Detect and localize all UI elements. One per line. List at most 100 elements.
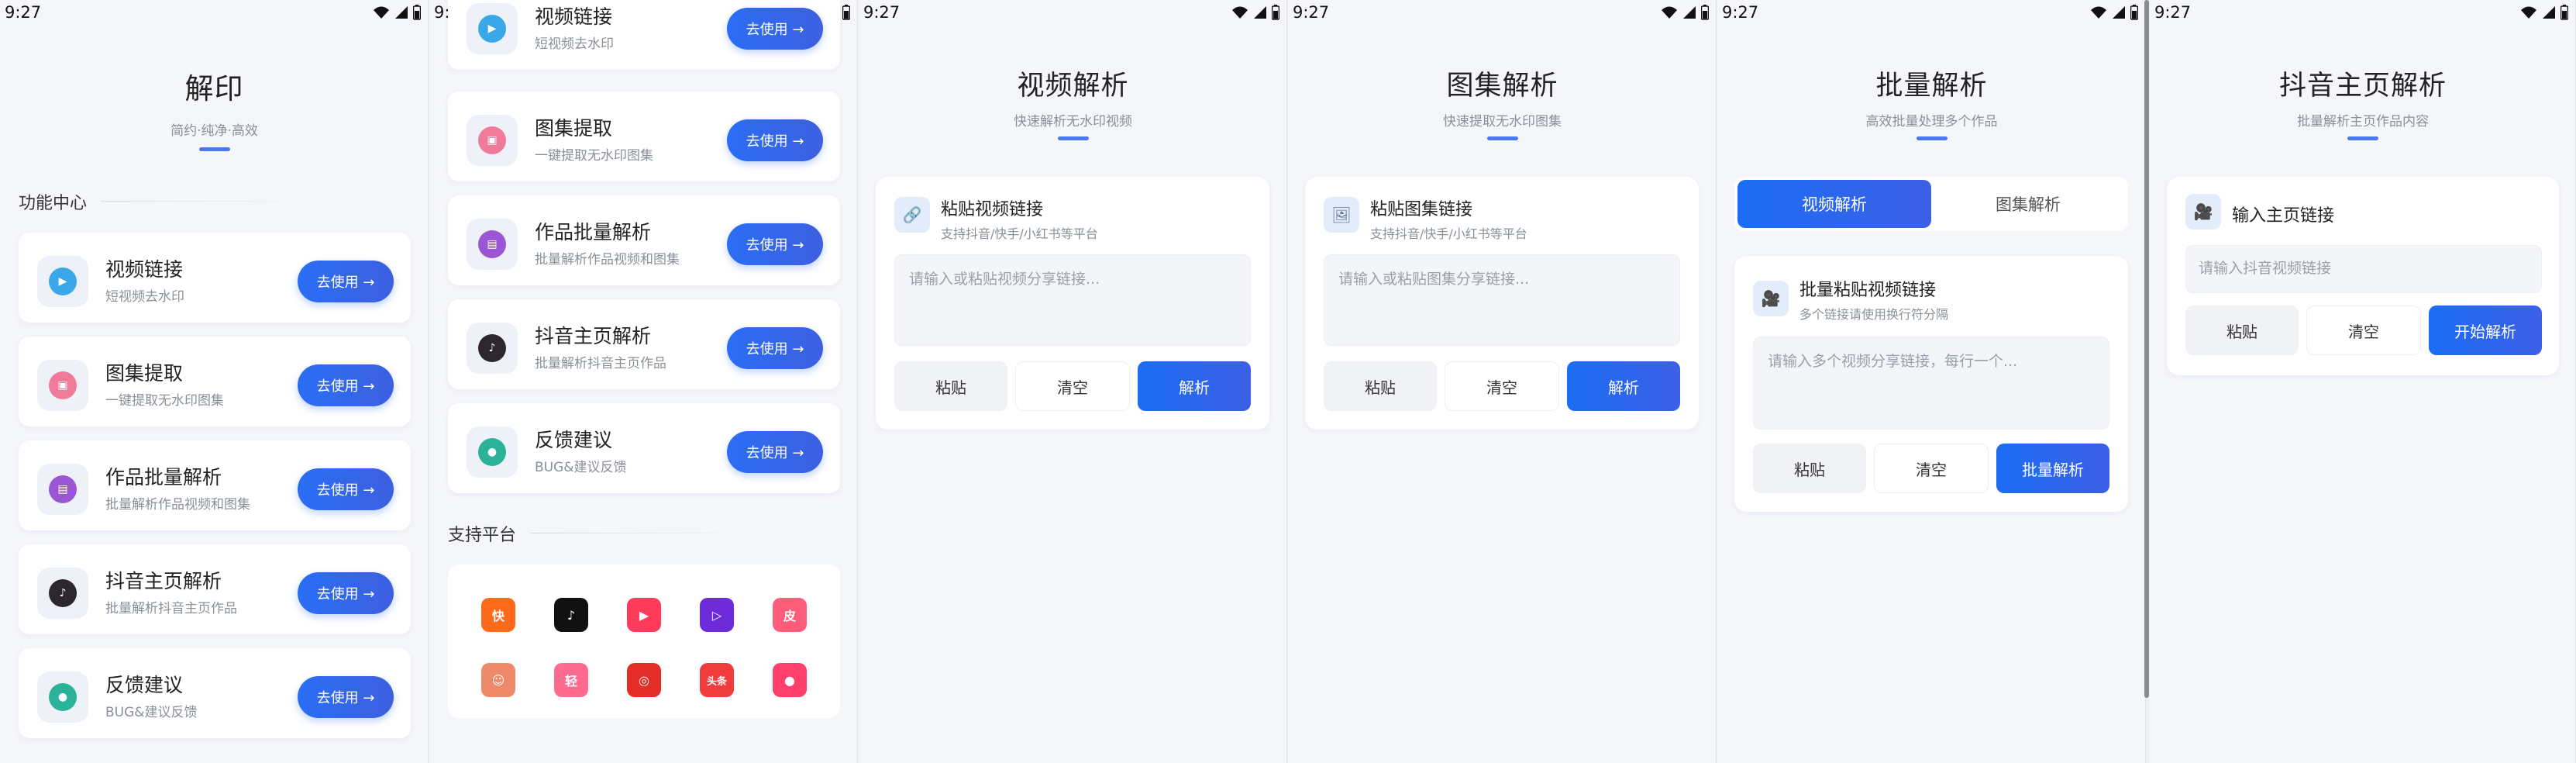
platform-item: ● (758, 648, 821, 712)
platform-grid: 快 ♪ ▶ ▷ 皮 ☺ 轻 ◎ 头条 ● (448, 564, 840, 718)
status-icons (1231, 5, 1279, 20)
status-bar: 9:27 (0, 0, 429, 28)
page-subtitle: 高效批量处理多个作品 (1865, 114, 1998, 129)
screen-homepage-parse: 9:27 抖音主页解析 批量解析主页作品内容 🎥 输入主页链接 请输入抖音视频链… (2150, 0, 2576, 763)
camera-icon: 🎥 (1753, 281, 1789, 316)
go-button[interactable]: 去使用 → (727, 8, 823, 50)
status-bar: 9:27 (2150, 0, 2576, 28)
battery-icon (413, 5, 421, 20)
go-button[interactable]: 去使用 → (727, 119, 823, 161)
feature-card-gallery[interactable]: ▣ 图集提取 一键提取无水印图集 去使用 → (19, 337, 411, 426)
scrollbar[interactable] (2144, 0, 2149, 698)
status-icons (1661, 5, 1709, 20)
card-subtitle: 支持抖音/快手/小红书等平台 (941, 226, 1098, 241)
feature-card-douyin[interactable]: ♪ 抖音主页解析 批量解析抖音主页作品 去使用 → (19, 544, 411, 634)
platform-item: 轻 (539, 648, 603, 712)
go-button[interactable]: 去使用 → (298, 364, 394, 406)
video-logo: ▷ (700, 598, 734, 632)
go-button[interactable]: 去使用 → (727, 327, 823, 369)
feature-card-video[interactable]: ▶ 视频链接 短视频去水印 去使用 → (448, 0, 840, 70)
section-title-features: 功能中心 (19, 194, 88, 213)
tab-video[interactable]: 视频解析 (1737, 180, 1931, 228)
feature-title: 反馈建议 (105, 674, 184, 696)
status-bar: 9:27 (1717, 0, 2146, 28)
feature-card-feedback[interactable]: ● 反馈建议 BUG&建议反馈 去使用 → (448, 403, 840, 493)
feature-card-douyin[interactable]: ♪ 抖音主页解析 批量解析抖音主页作品 去使用 → (448, 299, 840, 389)
douyin-icon: ♪ (467, 323, 518, 374)
feature-desc: BUG&建议反馈 (105, 705, 198, 720)
go-button[interactable]: 去使用 → (298, 468, 394, 510)
go-button[interactable]: 去使用 → (727, 431, 823, 473)
input-card: 🖼 粘贴图集链接 支持抖音/快手/小红书等平台 请输入或粘贴图集分享链接... … (1305, 177, 1699, 430)
input-card: 🎥 输入主页链接 请输入抖音视频链接 粘贴 清空 开始解析 (2167, 177, 2559, 375)
tab-gallery[interactable]: 图集解析 (1931, 180, 2125, 228)
screen-home: 9:27 解印 简约·纯净·高效 功能中心 ▶ 视频链接 短视频去水印 去使用 … (0, 0, 429, 763)
signal-icon (395, 6, 408, 19)
wifi-icon (1232, 6, 1248, 19)
paste-button[interactable]: 粘贴 (894, 361, 1007, 411)
toutiao-logo: 头条 (700, 663, 734, 697)
go-button[interactable]: 去使用 → (298, 572, 394, 614)
signal-icon (2543, 6, 2555, 19)
clear-button[interactable]: 清空 (1874, 444, 1989, 493)
status-time: 9:27 (1293, 3, 1330, 22)
status-bar: 9:27 (859, 0, 1287, 28)
link-textarea[interactable]: 请输入或粘贴视频分享链接... (894, 254, 1251, 346)
page-title: 解印 (184, 72, 244, 105)
go-button[interactable]: 去使用 → (727, 223, 823, 265)
feature-desc: 批量解析抖音主页作品 (535, 356, 666, 371)
platform-item: ◎ (612, 648, 676, 712)
feature-desc: 一键提取无水印图集 (105, 393, 224, 409)
feature-card-batch[interactable]: ▤ 作品批量解析 批量解析作品视频和图集 去使用 → (19, 440, 411, 530)
wifi-icon (374, 6, 389, 19)
go-button[interactable]: 去使用 → (298, 261, 394, 302)
card-subtitle: 多个链接请使用换行符分隔 (1799, 307, 1949, 322)
card-title: 粘贴视频链接 (941, 200, 1044, 219)
batch-icon: ▤ (467, 219, 518, 270)
feature-desc: 短视频去水印 (535, 36, 614, 52)
feature-title: 图集提取 (535, 117, 613, 140)
page-title: 视频解析 (1017, 71, 1129, 102)
parse-button[interactable]: 解析 (1138, 361, 1251, 411)
page-title: 抖音主页解析 (2278, 71, 2447, 102)
feature-card-batch[interactable]: ▤ 作品批量解析 批量解析作品视频和图集 去使用 → (448, 195, 840, 285)
feature-card-video[interactable]: ▶ 视频链接 短视频去水印 去使用 → (19, 233, 411, 323)
page-title: 图集解析 (1446, 71, 1558, 102)
mode-tabs: 视频解析 图集解析 (1734, 177, 2128, 231)
feature-card-feedback[interactable]: ● 反馈建议 BUG&建议反馈 去使用 → (19, 648, 411, 738)
douyin-icon: ♪ (37, 568, 88, 619)
feature-title: 视频链接 (105, 258, 184, 281)
title-accent-line (1057, 136, 1089, 140)
clear-button[interactable]: 清空 (1445, 361, 1559, 411)
start-parse-button[interactable]: 开始解析 (2429, 306, 2542, 355)
platform-item: 头条 (685, 648, 749, 712)
screen-gallery-parse: 9:27 图集解析 快速提取无水印图集 🖼 粘贴图集链接 支持抖音/快手/小红书… (1288, 0, 1717, 763)
parse-button[interactable]: 解析 (1567, 361, 1680, 411)
go-button[interactable]: 去使用 → (298, 676, 394, 718)
card-title: 粘贴图集链接 (1370, 200, 1473, 219)
chat-icon: ● (467, 426, 518, 478)
card-title: 输入主页链接 (2232, 206, 2335, 226)
feature-desc: 一键提取无水印图集 (535, 148, 653, 164)
battery-icon (2130, 5, 2138, 20)
title-accent-line (2347, 136, 2378, 140)
paste-button[interactable]: 粘贴 (1324, 361, 1437, 411)
feature-card-gallery[interactable]: ▣ 图集提取 一键提取无水印图集 去使用 → (448, 91, 840, 181)
clear-button[interactable]: 清空 (2306, 306, 2421, 355)
paste-button[interactable]: 粘贴 (1753, 444, 1866, 493)
links-textarea[interactable]: 请输入多个视频分享链接，每行一个... (1753, 337, 2109, 430)
xiaohongshu-logo: ● (773, 663, 807, 697)
status-time: 9:27 (1722, 3, 1759, 22)
paste-button[interactable]: 粘贴 (2185, 306, 2299, 355)
page-title: 批量解析 (1875, 71, 1988, 102)
signal-icon (2113, 6, 2125, 19)
homepage-url-input[interactable]: 请输入抖音视频链接 (2185, 245, 2542, 293)
signal-icon (1683, 6, 1696, 19)
link-textarea[interactable]: 请输入或粘贴图集分享链接... (1324, 254, 1680, 346)
clear-button[interactable]: 清空 (1015, 361, 1130, 411)
title-accent-line (1916, 136, 1947, 140)
image-icon: ▣ (37, 360, 88, 411)
page-subtitle: 简约·纯净·高效 (170, 123, 258, 139)
batch-parse-button[interactable]: 批量解析 (1996, 444, 2109, 493)
input-card: 🎥 批量粘贴视频链接 多个链接请使用换行符分隔 请输入多个视频分享链接，每行一个… (1734, 256, 2128, 512)
